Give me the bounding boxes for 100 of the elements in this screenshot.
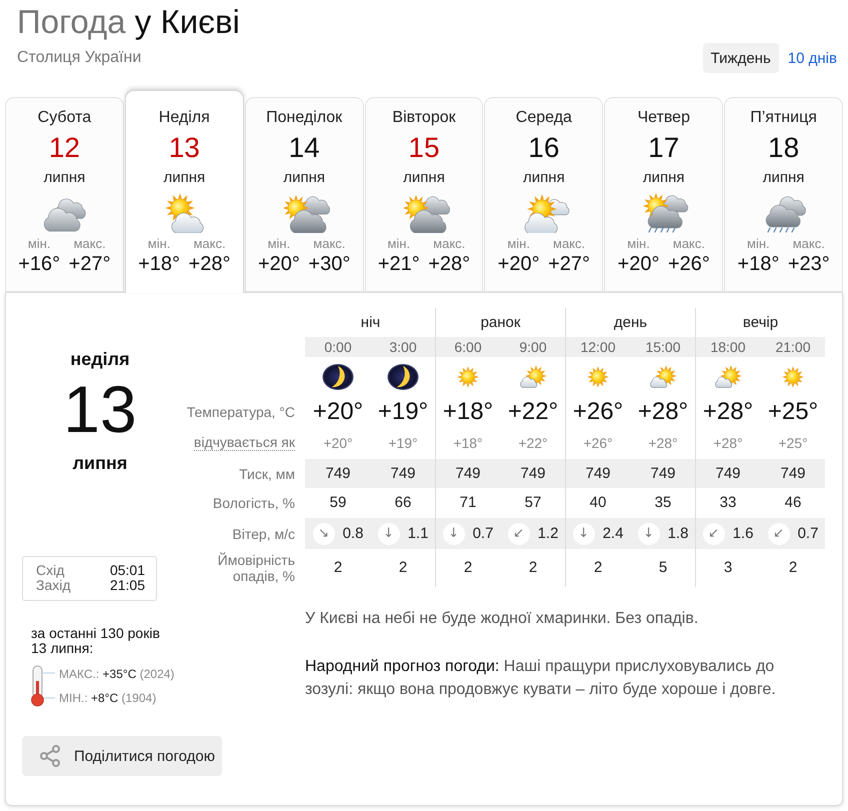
day-tab[interactable]: Неділя 13 липня мін. +18° макс. +28° — [124, 90, 244, 293]
min-label: мін. — [28, 236, 51, 252]
temperature-value: +25° — [768, 398, 818, 426]
pressure-value: 749 — [715, 464, 741, 482]
temperature-value: +28° — [702, 398, 754, 426]
wind-speed: 0.7 — [798, 524, 818, 542]
sun-event-time: 05:01 — [110, 563, 145, 578]
hour-label: 9:00 — [519, 339, 547, 355]
date-number: 16 — [528, 132, 560, 164]
max-label: макс. — [792, 236, 825, 252]
max-label: макс. — [553, 236, 586, 252]
weekday-label: Четвер — [637, 108, 690, 128]
humidity-value: 59 — [330, 494, 346, 512]
temperature-value: +19° — [378, 398, 428, 426]
max-temperature: +27° — [68, 252, 111, 276]
min-label: мін. — [507, 236, 530, 252]
min-label: мін. — [747, 236, 770, 252]
wind-speed: 0.7 — [472, 524, 494, 542]
range-tab[interactable]: Тиждень — [702, 43, 779, 73]
record-temperature: МАКС.: +35°C (2024) — [59, 666, 174, 683]
max-label: макс. — [672, 236, 705, 252]
sun-cloud-icon — [518, 365, 548, 389]
precipitation-value: 3 — [724, 559, 732, 577]
hour-label: 0:00 — [324, 339, 352, 355]
wind-speed: 1.6 — [732, 524, 754, 542]
pressure-value: 749 — [325, 464, 351, 482]
detail-month: липня — [72, 452, 128, 474]
precipitation-value: 2 — [528, 559, 538, 577]
month-label: липня — [283, 168, 325, 188]
moon-icon — [322, 363, 354, 391]
feels-like-value: +28° — [648, 434, 678, 450]
date-number: 17 — [648, 132, 680, 164]
humidity-value: 33 — [720, 494, 736, 512]
day-tab[interactable]: Четвер 17 липня мін. +20° макс. +26° — [604, 97, 724, 292]
hour-label: 18:00 — [710, 339, 746, 355]
humidity-value: 40 — [590, 494, 606, 512]
row-label: Температура, °C — [186, 404, 295, 420]
feels-like-value: +26° — [583, 434, 613, 450]
month-label: липня — [44, 168, 86, 188]
wind-speed: 1.8 — [668, 524, 688, 542]
wind-speed: 1.1 — [408, 524, 428, 542]
max-temperature: +23° — [788, 252, 830, 276]
weekday-label: Вівторок — [392, 108, 456, 128]
max-label: макс. — [193, 236, 226, 252]
page-subtitle: Столиця України — [17, 48, 142, 68]
wind-speed: 2.4 — [602, 524, 624, 542]
temperature-value: +20° — [312, 398, 364, 426]
day-tab[interactable]: Середа 16 липня мін. +20° макс. +27° — [484, 97, 604, 292]
range-tab[interactable]: 10 днів — [780, 43, 845, 73]
row-label: Вологість, % — [212, 495, 295, 511]
hour-label: 15:00 — [645, 339, 681, 355]
feels-like-value: +28° — [713, 434, 743, 450]
pressure-value: 749 — [520, 464, 546, 482]
humidity-value: 57 — [524, 494, 542, 512]
day-tab[interactable]: Понеділок 14 липня мін. +20° макс. +30° — [244, 97, 364, 292]
row-label: Ймовірність опадів, % — [216, 552, 295, 584]
humidity-value: 66 — [394, 494, 412, 512]
min-temperature: +21° — [378, 252, 420, 276]
folk-forecast-text: Народний прогноз погоди: Наші пращури прислуховувались до зозулі: якщо вона продовжує кувати – літо буде хороше і довге. — [305, 657, 777, 700]
feels-like-label: відчувається як — [194, 434, 295, 451]
sun-event-label: Схід — [36, 563, 64, 578]
min-label: мін. — [387, 236, 410, 252]
month-label: липня — [403, 168, 445, 188]
weather-summary: У Києві на небі не буде жодної хмаринки. Без опадів. — [305, 609, 698, 629]
sun-icon — [781, 365, 805, 389]
day-tab[interactable]: Субота 12 липня мін. +16° макс. +27° — [5, 97, 124, 292]
max-label: макс. — [313, 236, 346, 252]
period-label: вечір — [742, 314, 778, 332]
feels-like-value: +25° — [778, 434, 808, 450]
wind-speed: 0.8 — [342, 524, 364, 542]
max-label: макс. — [74, 236, 106, 252]
sun-event-time: 21:05 — [110, 578, 145, 593]
precipitation-value: 2 — [788, 559, 798, 577]
precipitation-value: 2 — [594, 559, 602, 577]
record-temperature: МІН.: +8°C (1904) — [59, 690, 156, 707]
day-tab[interactable]: Вівторок 15 липня мін. +21° макс. +28° — [364, 97, 484, 292]
share-button[interactable]: Поділитися погодою — [22, 736, 222, 776]
history-caption: за останні 130 років 13 липня: — [31, 626, 160, 656]
sun-cloud-icon — [713, 365, 743, 389]
date-number: 14 — [288, 132, 320, 164]
humidity-value: 71 — [460, 494, 476, 512]
month-label: липня — [163, 168, 206, 188]
precipitation-value: 2 — [398, 559, 408, 577]
weekday-label: П’ятниця — [750, 108, 817, 128]
feels-like-value: +20° — [323, 434, 353, 450]
min-temperature: +20° — [498, 252, 540, 276]
weekday-label: Неділя — [158, 108, 210, 128]
sun-icon — [456, 365, 480, 389]
min-temperature: +18° — [737, 252, 780, 276]
pressure-value: 749 — [585, 464, 611, 482]
sun-cloud-icon — [648, 365, 678, 389]
max-temperature: +26° — [668, 252, 710, 276]
day-tab[interactable]: П’ятниця 18 липня мін. +18° макс. +23° — [724, 97, 844, 292]
max-temperature: +28° — [188, 252, 230, 276]
wind-speed: 1.2 — [538, 524, 558, 542]
date-number: 18 — [768, 132, 800, 164]
max-temperature: +27° — [548, 252, 590, 276]
page-title: Погода у Києві — [17, 2, 240, 42]
min-label: мін. — [268, 236, 290, 252]
period-label: ранок — [480, 314, 520, 332]
